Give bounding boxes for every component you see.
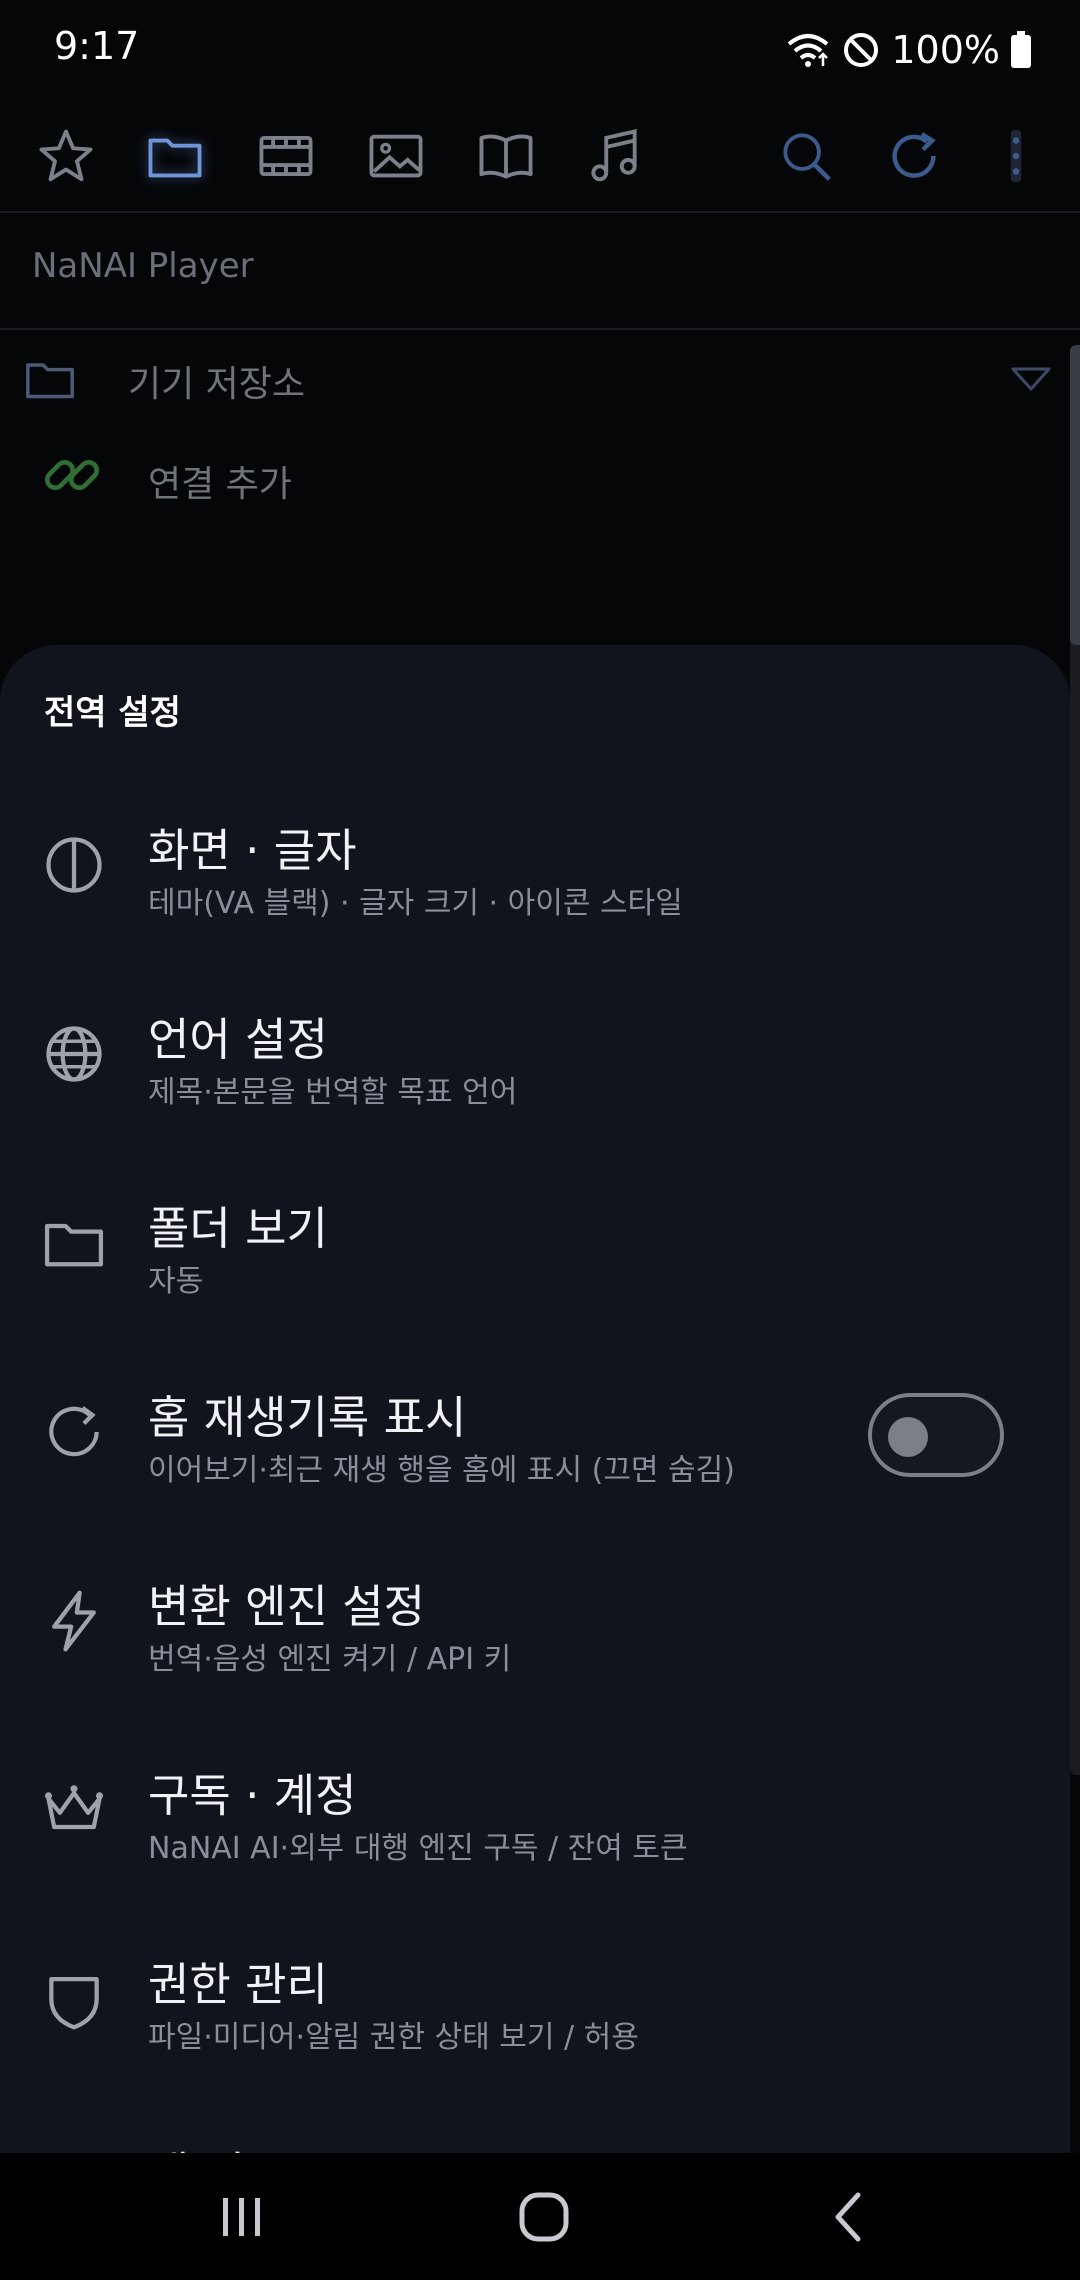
recent-apps-icon[interactable] (182, 2175, 302, 2259)
image-icon[interactable] (354, 114, 438, 198)
sheet-title: 전역 설정 (44, 693, 181, 733)
setting-title: 구독 · 계정 (148, 1769, 357, 1822)
setting-title: 변환 엔진 설정 (148, 1580, 426, 1633)
refresh-icon[interactable] (872, 114, 956, 198)
status-bar: 9:17 100% (0, 0, 1080, 100)
global-settings-sheet: 전역 설정 화면 · 글자 테마(VA 블랙) · 글자 크기 · 아이콘 스타… (0, 645, 1070, 2155)
setting-subtitle: 번역·음성 엔진 켜기 / API 키 (148, 1642, 512, 1677)
setting-subtitle: 자동 (148, 1264, 204, 1299)
video-film-icon[interactable] (244, 114, 328, 198)
screen: 9:17 100% NaNAI Player 기기 저장소 연결 추가 전역 설… (0, 0, 1080, 2280)
toggle-knob (888, 1417, 928, 1457)
chevron-down-icon[interactable] (1010, 363, 1052, 395)
contrast-icon (40, 831, 108, 899)
setting-subtitle: 파일·미디어·알림 권한 상태 보기 / 허용 (148, 2020, 639, 2055)
setting-permissions[interactable]: 권한 관리 파일·미디어·알림 권한 상태 보기 / 허용 (0, 1904, 1070, 2093)
back-icon[interactable] (788, 2175, 908, 2259)
home-icon[interactable] (484, 2175, 604, 2259)
home-history-toggle[interactable] (868, 1393, 1004, 1477)
setting-display-text[interactable]: 화면 · 글자 테마(VA 블랙) · 글자 크기 · 아이콘 스타일 (0, 770, 1070, 959)
music-note-icon[interactable] (572, 114, 656, 198)
shield-icon (40, 1965, 108, 2033)
system-nav-bar (0, 2153, 1080, 2280)
setting-folder-view[interactable]: 폴더 보기 자동 (0, 1148, 1070, 1337)
lightning-icon (40, 1587, 108, 1655)
folder-icon (22, 351, 78, 407)
setting-subtitle: 이어보기·최근 재생 행을 홈에 표시 (끄면 숨김) (148, 1453, 735, 1488)
folder-icon (40, 1209, 108, 1277)
setting-subtitle: 테마(VA 블랙) · 글자 크기 · 아이콘 스타일 (148, 886, 683, 921)
setting-conversion-engine[interactable]: 변환 엔진 설정 번역·음성 엔진 켜기 / API 키 (0, 1526, 1070, 1715)
add-connection-label: 연결 추가 (148, 464, 292, 505)
folder-icon[interactable] (133, 114, 217, 198)
setting-home-history[interactable]: 홈 재생기록 표시 이어보기·최근 재생 행을 홈에 표시 (끄면 숨김) (0, 1337, 1070, 1526)
device-storage-label: 기기 저장소 (128, 364, 306, 405)
status-icons: 100% (785, 24, 1032, 76)
app-title: NaNAI Player (32, 246, 254, 286)
setting-title: 폴더 보기 (148, 1202, 328, 1255)
refresh-icon (40, 1398, 108, 1466)
toolbar-divider (0, 211, 1080, 213)
status-time: 9:17 (54, 24, 140, 68)
setting-subscription-account[interactable]: 구독 · 계정 NaNAI AI·외부 대행 엔진 구독 / 잔여 토큰 (0, 1715, 1070, 1904)
wifi-icon (785, 30, 831, 70)
setting-title: 홈 재생기록 표시 (148, 1391, 467, 1444)
globe-icon (40, 1020, 108, 1088)
crown-icon (40, 1776, 108, 1844)
more-vert-icon[interactable] (974, 114, 1058, 198)
setting-subtitle: 제목·본문을 번역할 목표 언어 (148, 1075, 518, 1110)
top-toolbar (0, 100, 1080, 212)
do-not-disturb-icon (841, 30, 881, 70)
setting-title: 권한 관리 (148, 1958, 328, 2011)
battery-percent: 100% (891, 28, 1000, 72)
header-divider (0, 328, 1080, 330)
setting-subtitle: NaNAI AI·외부 대행 엔진 구독 / 잔여 토큰 (148, 1831, 688, 1866)
search-icon[interactable] (764, 114, 848, 198)
device-storage-row[interactable]: 기기 저장소 (0, 333, 1080, 423)
setting-app-tools[interactable]: 앱 지도 (0, 2093, 1070, 2155)
setting-language[interactable]: 언어 설정 제목·본문을 번역할 목표 언어 (0, 959, 1070, 1148)
battery-icon (1010, 31, 1032, 69)
book-icon[interactable] (464, 114, 548, 198)
scrollbar-thumb[interactable] (1070, 345, 1080, 645)
setting-title: 언어 설정 (148, 1013, 328, 1066)
setting-title: 화면 · 글자 (148, 824, 357, 877)
link-icon (40, 443, 104, 507)
add-connection-row[interactable]: 연결 추가 (0, 433, 1080, 523)
favorites-star-icon[interactable] (24, 114, 108, 198)
